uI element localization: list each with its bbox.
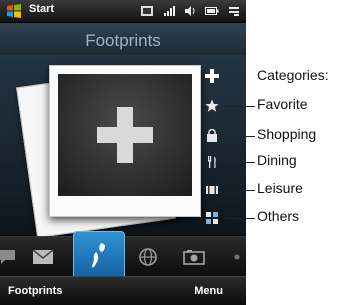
- others-button[interactable]: [202, 208, 222, 228]
- callout-others: Others: [257, 208, 300, 224]
- tab-camera[interactable]: [177, 237, 211, 277]
- add-icon: [205, 69, 219, 83]
- title-bar: Footprints: [0, 23, 246, 55]
- callout-dining: Dining: [257, 152, 297, 168]
- signal-icon: [164, 6, 175, 16]
- camera-icon: [183, 250, 205, 265]
- tab-call-history[interactable]: [0, 237, 24, 277]
- tab-bar: [0, 231, 246, 279]
- leisure-icon: [206, 186, 218, 194]
- call-history-icon: [0, 250, 15, 264]
- callout-line: [225, 162, 255, 163]
- shopping-button[interactable]: [202, 126, 222, 146]
- tab-footprints[interactable]: [73, 231, 125, 279]
- connectivity-icon: [229, 7, 239, 16]
- add-photo-placeholder[interactable]: [49, 65, 201, 217]
- tab-internet[interactable]: [131, 237, 165, 277]
- softkey-right-menu[interactable]: Menu: [194, 285, 223, 297]
- add-button[interactable]: [202, 66, 222, 86]
- message-icon: [141, 6, 153, 16]
- others-icon: [206, 212, 218, 224]
- add-footprint-plus-icon: [97, 107, 153, 163]
- mail-icon: [32, 249, 54, 264]
- tab-more-indicator[interactable]: [228, 237, 246, 277]
- callout-heading: Categories:: [257, 67, 329, 83]
- photo-area: [58, 74, 192, 196]
- tab-mail[interactable]: [26, 237, 60, 277]
- status-bar: Start: [0, 0, 246, 23]
- callout-line: [225, 218, 255, 219]
- volume-icon: [185, 6, 195, 16]
- callout-line: [225, 136, 255, 137]
- page-title: Footprints: [85, 31, 161, 50]
- shopping-bag-icon: [207, 129, 217, 142]
- start-label[interactable]: Start: [29, 3, 54, 15]
- status-icons: [140, 4, 240, 18]
- favorite-star-icon: [205, 99, 219, 112]
- leisure-button[interactable]: [202, 180, 222, 200]
- footprints-content: [0, 55, 246, 239]
- softkey-bar: Footprints Menu: [0, 276, 246, 305]
- battery-icon: [205, 7, 219, 15]
- callout-shopping: Shopping: [257, 126, 317, 142]
- internet-icon: [139, 248, 157, 266]
- callout-favorite: Favorite: [257, 96, 308, 112]
- softkey-left[interactable]: Footprints: [8, 285, 62, 297]
- favorite-button[interactable]: [202, 96, 222, 116]
- footprints-icon: [92, 243, 105, 268]
- callout-line: [225, 190, 255, 191]
- callout-line: [225, 106, 255, 107]
- dining-button[interactable]: [202, 152, 222, 172]
- callout-leisure: Leisure: [257, 180, 303, 196]
- phone-screen: Start Footprints Footprints Menu: [0, 0, 246, 305]
- windows-logo-icon[interactable]: [6, 3, 22, 19]
- dining-icon: [208, 156, 216, 168]
- more-dot-icon: [234, 254, 240, 260]
